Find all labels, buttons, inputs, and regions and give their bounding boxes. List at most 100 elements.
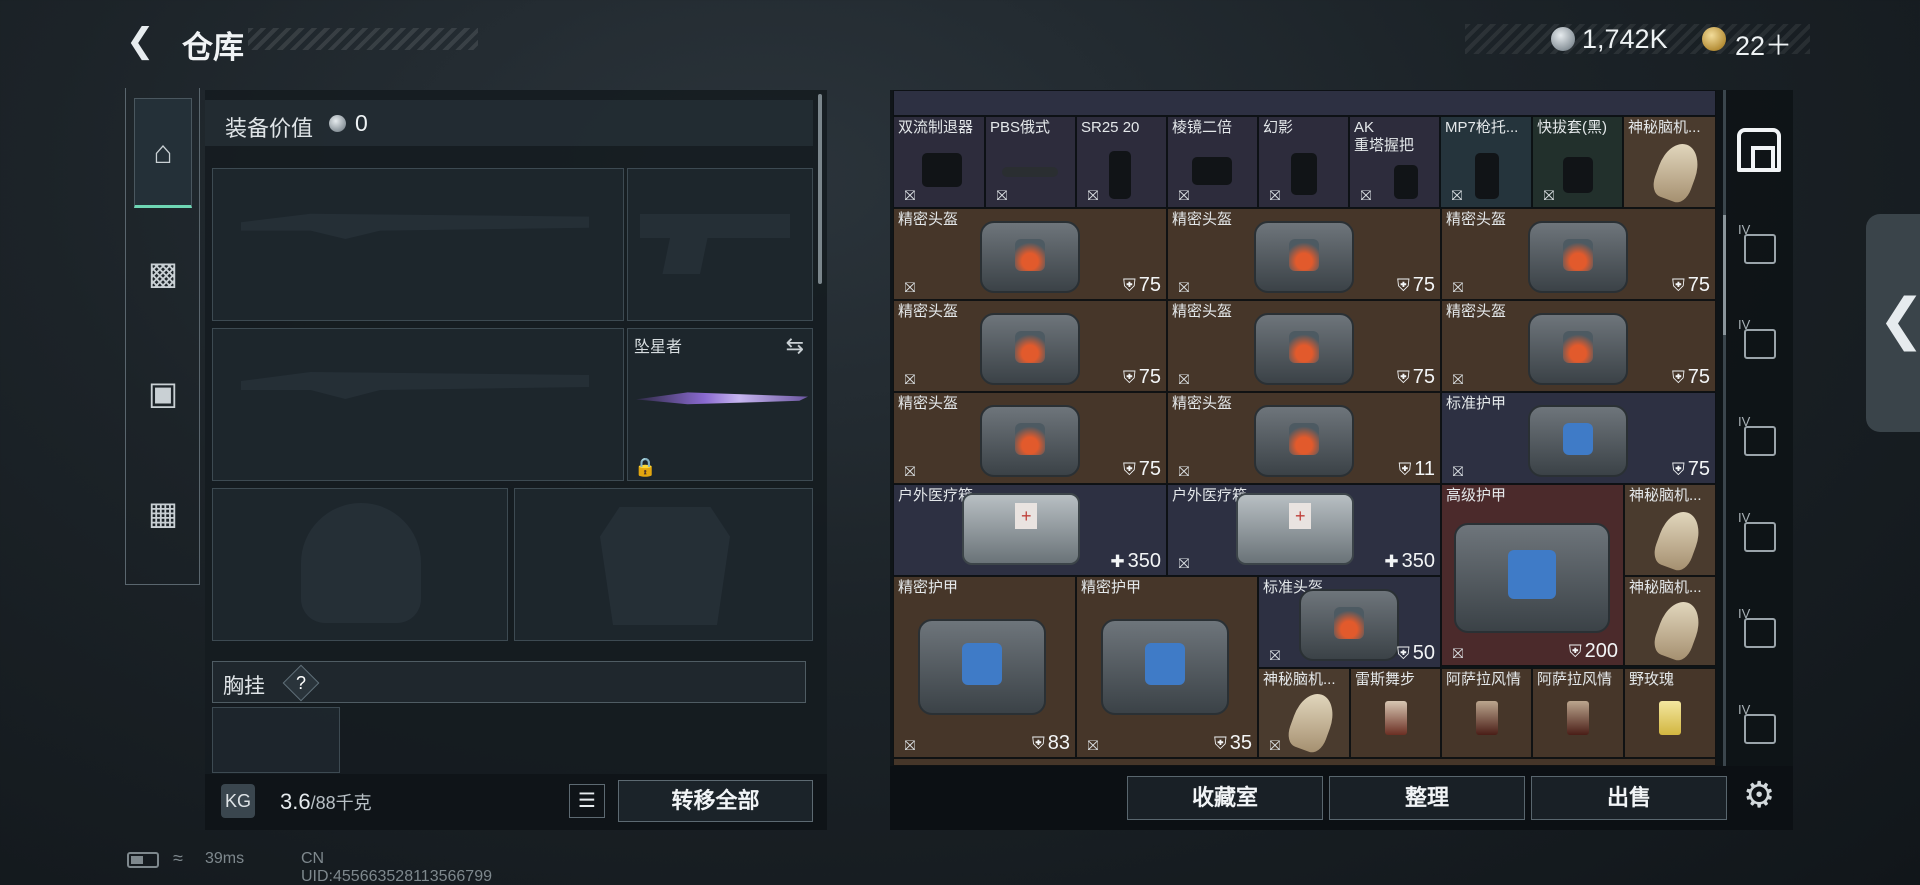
stash-item[interactable]: 户外医疗箱 + ⛝ ✚ 350 bbox=[1167, 484, 1441, 576]
brain-chip-image bbox=[1650, 596, 1706, 664]
helmet-slot[interactable] bbox=[212, 488, 508, 641]
stash-item[interactable]: 精密头盔 ⛝ ⛨ 75 bbox=[1167, 208, 1441, 300]
shield-icon: ⛨ bbox=[1568, 642, 1582, 661]
stash-item[interactable]: 户外医疗箱 + ✚ 350 bbox=[893, 484, 1167, 576]
stash-item[interactable]: MP7枪托... ⛝ bbox=[1440, 116, 1532, 208]
stash-item[interactable]: 野玫瑰 bbox=[1624, 668, 1716, 758]
collection-room-button[interactable]: 收藏室 bbox=[1127, 776, 1323, 820]
brain-chip-image bbox=[1649, 138, 1705, 206]
wifi-icon: ≈ bbox=[173, 848, 183, 868]
stash-item[interactable]: 神秘脑机... ⛝ bbox=[1258, 668, 1350, 758]
stash-page-5[interactable]: IV bbox=[1734, 508, 1786, 560]
stash-page-3[interactable]: IV bbox=[1734, 315, 1786, 367]
stash-item[interactable]: 棱镜二倍 ⛝ bbox=[1167, 116, 1258, 208]
stash-item[interactable]: 神秘脑机... bbox=[1624, 484, 1716, 576]
stash-item[interactable]: 神秘脑机... bbox=[1623, 116, 1716, 208]
silver-amount: 1,742K bbox=[1582, 24, 1668, 54]
secondary-weapon-slot[interactable] bbox=[212, 328, 624, 481]
lemonade-image bbox=[1659, 701, 1681, 735]
stash-item[interactable]: PBS俄式 ⛝ bbox=[985, 116, 1076, 208]
stash-item[interactable]: 精密护甲 ⛝ ⛨ 83 bbox=[893, 576, 1076, 758]
stash-page-7[interactable]: IV bbox=[1734, 700, 1786, 752]
stash-page-2[interactable]: IV bbox=[1734, 220, 1786, 272]
stash-item[interactable]: 阿萨拉风情 bbox=[1441, 668, 1532, 758]
stash-page-4[interactable]: IV bbox=[1734, 412, 1786, 464]
side-drawer-handle[interactable]: ❮ bbox=[1866, 214, 1920, 432]
plus-icon: ✚ bbox=[1110, 552, 1125, 571]
stash-item[interactable]: 精密护甲 ⛝ ⛨ 35 bbox=[1076, 576, 1258, 758]
silver-coin-icon bbox=[329, 115, 346, 132]
shield-icon: ⛨ bbox=[1397, 644, 1410, 663]
stash-item[interactable]: 神秘脑机... bbox=[1624, 576, 1716, 666]
help-icon[interactable]: ? bbox=[282, 664, 320, 702]
stash-item[interactable]: 精密头盔 ⛝ ⛨ 75 bbox=[1167, 300, 1441, 392]
gold-amount[interactable]: 22＋ bbox=[1735, 24, 1792, 63]
loadout-footer: KG 3.6/88千克 ☰ 转移全部 bbox=[205, 774, 827, 830]
stash-item[interactable]: 标准头盔 ⛝ ⛨ 50 bbox=[1258, 576, 1441, 668]
container-icon bbox=[1744, 714, 1776, 744]
chest-rig-slot[interactable] bbox=[212, 707, 340, 773]
helmet-image bbox=[1299, 589, 1399, 661]
container-icon bbox=[1744, 426, 1776, 456]
stash-row-partial-top bbox=[893, 90, 1716, 116]
stash-item[interactable]: 幻影 ⛝ bbox=[1258, 116, 1349, 208]
container-icon bbox=[1744, 329, 1776, 359]
gear-icon[interactable]: ⚙ bbox=[1743, 774, 1775, 816]
stash-page-6[interactable]: IV bbox=[1734, 604, 1786, 656]
no-insure-icon: ⛝ bbox=[1452, 645, 1464, 661]
armor-slot[interactable] bbox=[514, 488, 813, 641]
stash-item[interactable]: 精密头盔 ⛝ ⛨ 75 bbox=[1441, 208, 1716, 300]
primary-weapon-slot[interactable] bbox=[212, 168, 624, 321]
loadout-scrollbar[interactable] bbox=[818, 94, 822, 284]
stash-footer: 收藏室 整理 出售 ⚙ bbox=[890, 766, 1793, 830]
stash-item[interactable]: 精密头盔 ⛝ ⛨ 11 bbox=[1167, 392, 1441, 484]
stash-scrollbar[interactable] bbox=[1723, 90, 1726, 766]
warehouse-icon[interactable] bbox=[1737, 128, 1781, 172]
back-chevron-icon[interactable]: ❮ bbox=[126, 24, 162, 60]
stash-item[interactable]: 快拔套(黑) ⛝ bbox=[1532, 116, 1623, 208]
helmet-image bbox=[980, 221, 1080, 293]
tab-weapons[interactable]: ⌂ bbox=[134, 98, 192, 208]
ping-readout: 39ms bbox=[205, 850, 245, 867]
shield-icon: ⛨ bbox=[1123, 276, 1136, 295]
stash-item[interactable]: 精密头盔 ⛝ ⛨ 75 bbox=[1441, 300, 1716, 392]
no-insure-icon: ⛝ bbox=[1269, 737, 1281, 753]
melee-slot[interactable]: 坠星者 ⇆ 🔒 bbox=[627, 328, 813, 481]
stash-item[interactable]: 精密头盔 ⛝ ⛨ 75 bbox=[893, 300, 1167, 392]
swap-icon[interactable]: ⇆ bbox=[786, 333, 804, 359]
helmet-image bbox=[1254, 405, 1354, 477]
tab-vest[interactable]: ▣ bbox=[134, 338, 192, 448]
sell-button[interactable]: 出售 bbox=[1531, 776, 1727, 820]
title-decoration bbox=[248, 28, 478, 50]
stash-item[interactable]: 雷斯舞步 bbox=[1350, 668, 1441, 758]
no-insure-icon: ⛝ bbox=[904, 279, 916, 295]
sidearm-slot[interactable] bbox=[627, 168, 813, 321]
brain-chip-image bbox=[1650, 506, 1706, 574]
helmet-silhouette-icon bbox=[301, 503, 421, 623]
shield-icon: ⛨ bbox=[1032, 734, 1045, 753]
shield-icon: ⛨ bbox=[1214, 734, 1227, 753]
stash-item[interactable]: 双流制退器 ⛝ bbox=[893, 116, 985, 208]
rifle-silhouette-icon bbox=[241, 213, 589, 239]
stash-item[interactable]: 阿萨拉风情 bbox=[1532, 668, 1624, 758]
stash-item[interactable]: 精密头盔 ⛝ ⛨ 75 bbox=[893, 392, 1167, 484]
stash-item[interactable]: AK 重塔握把 ⛝ bbox=[1349, 116, 1440, 208]
no-insure-icon: ⛝ bbox=[1178, 279, 1190, 295]
no-insure-icon: ⛝ bbox=[1452, 371, 1464, 387]
stash-item[interactable]: 标准护甲 ⛝ ⛨ 75 bbox=[1441, 392, 1716, 484]
stash-item[interactable]: 高级护甲 ⛝ ⛨ 200 bbox=[1441, 484, 1624, 666]
stash-item[interactable]: 精密头盔 ⛝ ⛨ 75 bbox=[893, 208, 1167, 300]
magazine-image bbox=[1109, 151, 1131, 199]
armor-image bbox=[918, 619, 1046, 715]
transfer-all-button[interactable]: 转移全部 bbox=[618, 780, 813, 822]
backpack-icon: ▩ bbox=[147, 255, 179, 291]
stash-item[interactable]: SR25 20 ⛝ bbox=[1076, 116, 1167, 208]
medkit-image: + bbox=[1236, 493, 1354, 565]
armor-image bbox=[1101, 619, 1229, 715]
organize-button[interactable]: 整理 bbox=[1329, 776, 1525, 820]
stash-grid[interactable]: 双流制退器 ⛝ PBS俄式 ⛝ SR25 20 ⛝ 棱镜二倍 ⛝ 幻影 ⛝ AK… bbox=[893, 90, 1716, 766]
tab-backpack[interactable]: ▩ bbox=[134, 218, 192, 328]
list-view-button[interactable]: ☰ bbox=[569, 784, 605, 818]
tab-briefcase[interactable]: ▦ bbox=[134, 458, 192, 568]
pistol-icon: ⌂ bbox=[153, 133, 173, 170]
